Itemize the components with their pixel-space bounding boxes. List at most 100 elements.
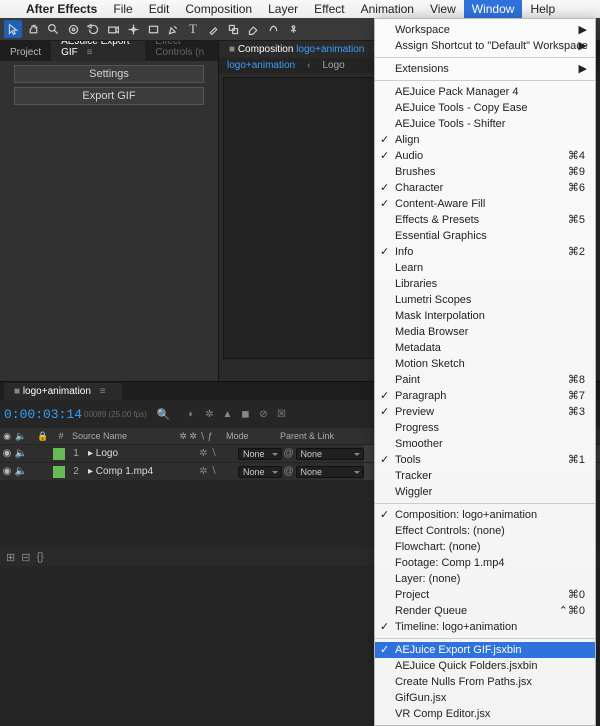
menu-item[interactable]: Effect Controls: (none)	[375, 523, 595, 539]
app-name[interactable]: After Effects	[18, 2, 105, 16]
menu-item[interactable]: GifGun.jsx	[375, 690, 595, 706]
menu-item[interactable]: Layer: (none)	[375, 571, 595, 587]
rectangle-tool-icon[interactable]	[144, 20, 162, 38]
inner-tab-other[interactable]: Logo	[322, 60, 344, 71]
menu-item[interactable]: AEJuice Tools - Shifter	[375, 116, 595, 132]
menu-item[interactable]: Progress	[375, 420, 595, 436]
camera-tool-icon[interactable]	[104, 20, 122, 38]
menu-item[interactable]: Smoother	[375, 436, 595, 452]
layer-switches[interactable]: ✲ ∖	[178, 466, 238, 477]
tab-composition[interactable]: ■ Composition logo+animation ≡	[219, 41, 395, 58]
menu-item[interactable]: Effects & Presets⌘5	[375, 212, 595, 228]
menu-item[interactable]: Workspace▶	[375, 22, 595, 38]
visibility-toggle[interactable]: ◉	[0, 448, 14, 459]
menu-item[interactable]: ✓Info⌘2	[375, 244, 595, 260]
clone-tool-icon[interactable]	[224, 20, 242, 38]
toggle-brackets-icon[interactable]: {}	[36, 551, 43, 563]
menu-item[interactable]: Render Queue⌃⌘0	[375, 603, 595, 619]
menu-item[interactable]: Lumetri Scopes	[375, 292, 595, 308]
parent-pickwhip-icon[interactable]: @	[282, 466, 296, 477]
switch-icon[interactable]: ✲	[202, 409, 216, 420]
menu-item[interactable]: Assign Shortcut to "Default" Workspace▶	[375, 38, 595, 54]
timeline-tab[interactable]: ■ logo+animation ≡	[4, 383, 122, 400]
layer-switches[interactable]: ✲ ∖	[178, 448, 238, 459]
menu-item[interactable]: ✓Content-Aware Fill	[375, 196, 595, 212]
menu-item[interactable]: Essential Graphics	[375, 228, 595, 244]
menu-item[interactable]: ✓Align	[375, 132, 595, 148]
blend-mode-select[interactable]: None	[238, 448, 282, 460]
menu-item[interactable]: Tracker	[375, 468, 595, 484]
menu-item[interactable]: Learn	[375, 260, 595, 276]
parent-pickwhip-icon[interactable]: @	[282, 448, 296, 459]
menu-item[interactable]: Wiggler	[375, 484, 595, 500]
type-tool-icon[interactable]: T	[184, 20, 202, 38]
menu-item[interactable]: Brushes⌘9	[375, 164, 595, 180]
menu-item[interactable]: ✓AEJuice Export GIF.jsxbin	[375, 642, 595, 658]
rotate-tool-icon[interactable]	[84, 20, 102, 38]
menu-item[interactable]: Mask Interpolation	[375, 308, 595, 324]
menubar-item-effect[interactable]: Effect	[306, 0, 352, 18]
roto-tool-icon[interactable]	[264, 20, 282, 38]
menu-item[interactable]: ✓Character⌘6	[375, 180, 595, 196]
label-color[interactable]	[53, 448, 65, 460]
menu-item[interactable]: ✓Tools⌘1	[375, 452, 595, 468]
menubar-item-help[interactable]: Help	[522, 0, 563, 18]
col-source[interactable]: Source Name	[72, 431, 166, 441]
menu-item[interactable]: ✓Audio⌘4	[375, 148, 595, 164]
menu-item[interactable]: Footage: Comp 1.mp4	[375, 555, 595, 571]
anchor-tool-icon[interactable]	[124, 20, 142, 38]
brush-tool-icon[interactable]	[204, 20, 222, 38]
menu-item[interactable]: Flowchart: (none)	[375, 539, 595, 555]
zoom-tool-icon[interactable]	[44, 20, 62, 38]
switch-icon[interactable]: ◐	[184, 409, 198, 420]
label-color[interactable]	[53, 466, 65, 478]
menu-item[interactable]: AEJuice Quick Folders.jsxbin	[375, 658, 595, 674]
window-menu-dropdown[interactable]: Workspace▶Assign Shortcut to "Default" W…	[374, 18, 596, 726]
layer-name[interactable]: ▸ Comp 1.mp4	[84, 466, 178, 477]
switch-icon[interactable]: ▲	[220, 409, 234, 420]
menu-item[interactable]: Paint⌘8	[375, 372, 595, 388]
menubar-item-animation[interactable]: Animation	[353, 0, 422, 18]
toggle-modes-icon[interactable]: ⊟	[21, 551, 30, 564]
menu-item[interactable]: Motion Sketch	[375, 356, 595, 372]
menubar-item-file[interactable]: File	[105, 0, 140, 18]
menubar-item-view[interactable]: View	[422, 0, 464, 18]
parent-select[interactable]: None	[296, 466, 364, 478]
menubar-item-layer[interactable]: Layer	[260, 0, 306, 18]
aejuice-settings-button[interactable]: Settings	[14, 65, 204, 83]
menu-item[interactable]: Media Browser	[375, 324, 595, 340]
tab-project[interactable]: Project	[0, 44, 51, 61]
visibility-toggle[interactable]: ◉	[0, 466, 14, 477]
menu-item[interactable]: ✓Preview⌘3	[375, 404, 595, 420]
eraser-tool-icon[interactable]	[244, 20, 262, 38]
search-icon[interactable]: 🔍	[157, 408, 171, 421]
menu-item[interactable]: AEJuice Pack Manager 4	[375, 84, 595, 100]
parent-select[interactable]: None	[296, 448, 364, 460]
menu-item[interactable]: Extensions▶	[375, 61, 595, 77]
switch-icon[interactable]: ⊘	[256, 409, 270, 420]
panel-menu-icon[interactable]: ≡	[94, 386, 112, 397]
menu-item[interactable]: ✓Composition: logo+animation	[375, 507, 595, 523]
menu-item[interactable]: ✓Paragraph⌘7	[375, 388, 595, 404]
toggle-switches-icon[interactable]: ⊞	[6, 551, 15, 564]
orbit-tool-icon[interactable]	[64, 20, 82, 38]
menubar-item-edit[interactable]: Edit	[141, 0, 178, 18]
selection-tool-icon[interactable]	[4, 20, 22, 38]
switch-icon[interactable]: ☒	[274, 409, 288, 420]
puppet-tool-icon[interactable]	[284, 20, 302, 38]
inner-tab-active[interactable]: logo+animation	[227, 60, 295, 71]
menu-item[interactable]: AEJuice Tools - Copy Ease	[375, 100, 595, 116]
menubar-item-composition[interactable]: Composition	[177, 0, 260, 18]
aejuice-export-button[interactable]: Export GIF	[14, 87, 204, 105]
panel-menu-icon[interactable]: ≡	[81, 47, 99, 58]
hand-tool-icon[interactable]	[24, 20, 42, 38]
layer-name[interactable]: ▸ Logo	[84, 448, 178, 459]
menu-item[interactable]: Metadata	[375, 340, 595, 356]
menu-item[interactable]: Create Nulls From Paths.jsx	[375, 674, 595, 690]
blend-mode-select[interactable]: None	[238, 466, 282, 478]
menu-item[interactable]: VR Comp Editor.jsx	[375, 706, 595, 722]
audio-toggle[interactable]: 🔈	[14, 448, 28, 459]
menubar-item-window[interactable]: Window	[464, 0, 523, 18]
menu-item[interactable]: Libraries	[375, 276, 595, 292]
timecode[interactable]: 0:00:03:14	[4, 407, 82, 422]
